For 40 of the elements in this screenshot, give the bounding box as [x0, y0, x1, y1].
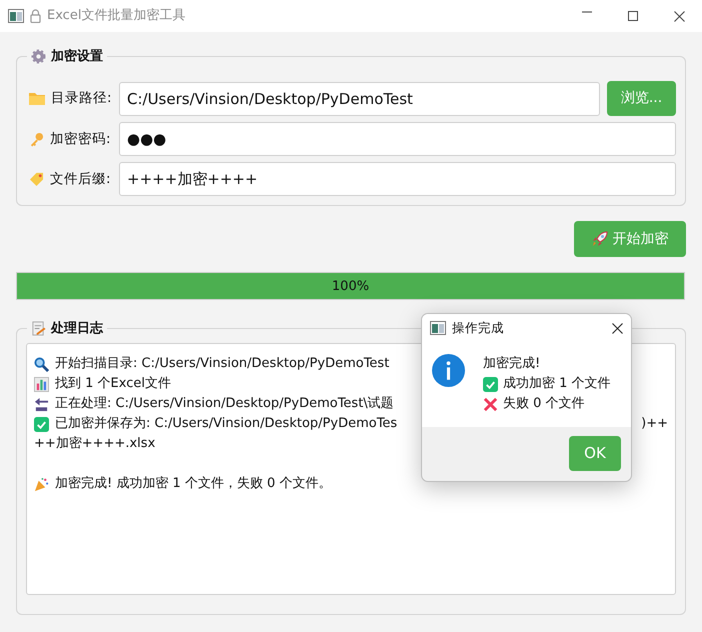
text-field[interactable]: ++++加密++++: [119, 162, 676, 196]
group-title: 处理日志: [51, 320, 103, 338]
check-icon: [483, 376, 498, 392]
check-icon: [34, 416, 49, 432]
lock-icon: [30, 9, 41, 23]
dialog-message: 加密完成!: [483, 355, 540, 374]
log-line: 已加密并保存为: C:/Users/Vinsion/Desktop/PyDemoTes: [55, 415, 398, 434]
log-line: 开始扫描目录: C:/Users/Vinsion/Desktop/PyDemoTest: [55, 355, 390, 374]
maximize-icon[interactable]: [628, 10, 638, 20]
dialog-message: 失败 0 个文件: [503, 395, 585, 414]
close-icon[interactable]: [674, 10, 684, 22]
dialog-message: 成功加密 1 个文件: [503, 375, 611, 394]
back-arrow-icon: [34, 396, 49, 412]
cross-icon: [483, 396, 498, 412]
group-title: 加密设置: [51, 48, 103, 66]
minimize-icon[interactable]: [582, 10, 592, 12]
magnifier-icon: [34, 356, 49, 372]
info-icon: [432, 354, 465, 387]
app-icon: [430, 321, 446, 335]
bar-chart-icon: [34, 376, 49, 392]
log-line: )++: [641, 415, 668, 434]
dialog-title: 操作完成: [452, 318, 504, 337]
field-label: 目录路径:: [51, 89, 112, 108]
close-icon[interactable]: [612, 322, 623, 334]
window-title: Excel文件批量加密工具: [47, 7, 186, 26]
folder-icon: [29, 92, 45, 105]
log-line: ++加密++++.xlsx: [34, 435, 156, 454]
log-line: 正在处理: C:/Users/Vinsion/Desktop/PyDemoTest\试题: [55, 395, 394, 414]
key-icon: [29, 132, 44, 146]
party-popper-icon: [34, 476, 49, 492]
field-label: 文件后缀:: [50, 170, 111, 189]
field-label: 加密密码:: [50, 130, 111, 149]
app-icon: [8, 9, 24, 23]
log-line: 加密完成! 成功加密 1 个文件，失败 0 个文件。: [55, 475, 332, 494]
password-field[interactable]: ●●●: [119, 122, 676, 156]
tag-icon: [29, 172, 44, 186]
progress-text: 100%: [330, 278, 370, 296]
rocket-icon: [592, 231, 608, 247]
log-line: 找到 1 个Excel文件: [55, 375, 171, 394]
text-field[interactable]: C:/Users/Vinsion/Desktop/PyDemoTest: [119, 82, 600, 116]
